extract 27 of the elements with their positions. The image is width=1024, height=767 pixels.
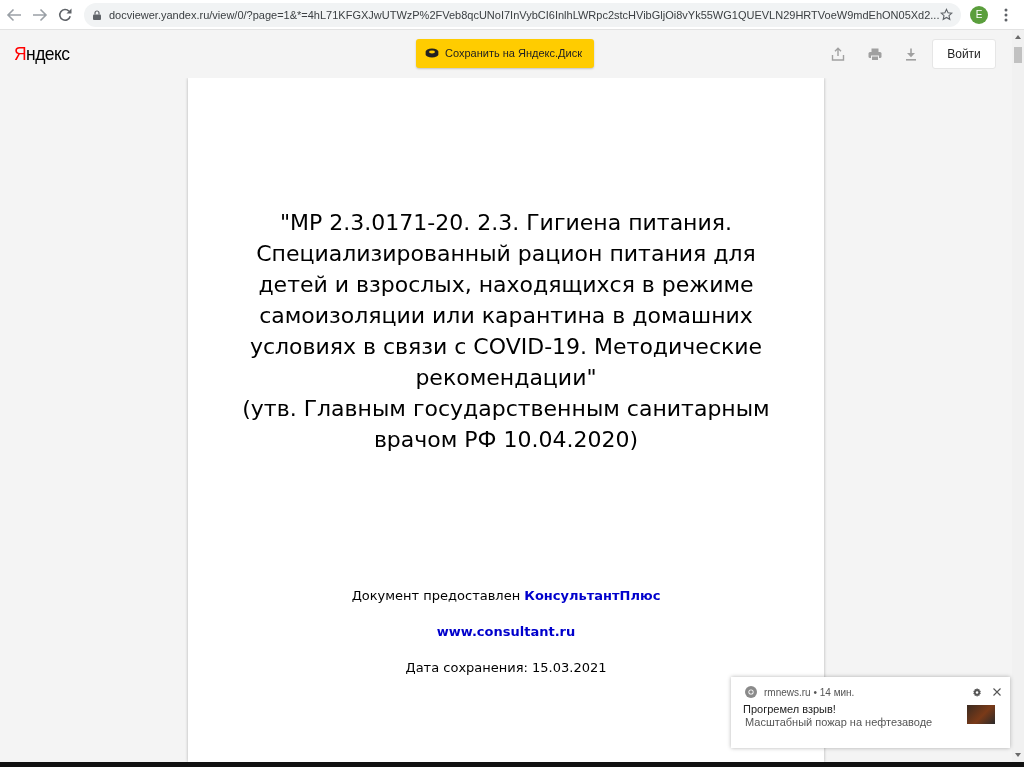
approval-note: (утв. Главным государственным санитарным врачом РФ 10.04.2020) <box>242 395 770 454</box>
settings-icon[interactable] <box>973 687 982 697</box>
forward-arrow-icon[interactable] <box>32 7 48 22</box>
close-icon[interactable] <box>993 688 1001 696</box>
document-title: "МР 2.3.0171-20. 2.3. Гигиена питания. Специализированный рацион питания для детей и взрослых, находящихся в режиме самоизоляции или карантина в домашних условиях в связи с COVID-19. Методические рекомендации" <box>249 209 763 392</box>
back-arrow-icon[interactable] <box>6 7 22 22</box>
disk-icon <box>425 48 440 58</box>
scroll-thumb[interactable] <box>1014 47 1022 63</box>
notification-source: rmnews.ru • 14 мин. <box>764 686 855 698</box>
menu-icon[interactable] <box>1004 7 1008 22</box>
save-to-disk-button[interactable]: Сохранить на Яндекс.Диск <box>416 38 594 68</box>
website-link[interactable]: www.consultant.ru <box>436 624 576 640</box>
round-logo-icon <box>745 686 757 698</box>
notification-text: Масштабный пожар на нефтезаводе <box>745 716 934 729</box>
photo-placeholder <box>967 705 995 724</box>
scroll-down-arrow-icon[interactable] <box>1015 753 1021 757</box>
saved-date-text: Дата сохранения: 15.03.2021 <box>405 660 607 676</box>
reload-icon[interactable] <box>58 7 72 22</box>
star-icon[interactable] <box>940 8 953 21</box>
scroll-up-arrow-icon[interactable] <box>1015 35 1021 39</box>
login-button[interactable]: Войти <box>932 39 996 69</box>
notification-title: Прогремел взрыв! <box>743 703 837 716</box>
notification-card[interactable]: rmnews.ru • 14 мин. Прогремел взрыв! Масштабный пожар на нефтезаводе <box>731 677 1010 748</box>
yandex-logo[interactable]: Яндекс <box>14 43 70 65</box>
provided-by-text: Документ предоставлен КонсультантПлюс <box>351 588 661 604</box>
lock-icon <box>93 9 101 20</box>
address-bar[interactable]: docviewer.yandex.ru/view/0/?page=1&*=4hL71KFGXJwUTWzP%2FVeb8qcUNoI7InVybCI6InlhLWRpc2stcHVibGljOi8vYk55WG1QUEVLN29HRTVoeW9mdEhON05Xd2... <box>84 2 961 27</box>
